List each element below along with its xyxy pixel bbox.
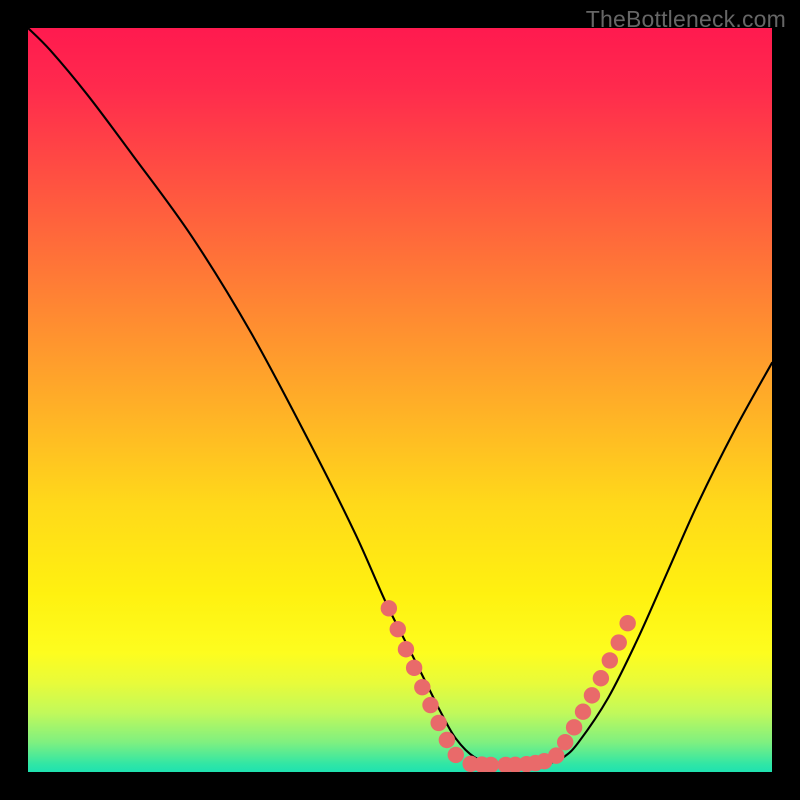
marker-dot [390,621,406,637]
marker-dot [619,615,635,631]
plot-area [28,28,772,772]
marker-dot [414,679,430,695]
marker-dot [611,634,627,650]
marker-dot [584,687,600,703]
marker-dot [422,697,438,713]
marker-dot [557,734,573,750]
marker-dot [448,747,464,763]
marker-dot [548,747,564,763]
marker-dot [398,641,414,657]
curve-svg [28,28,772,772]
stage: TheBottleneck.com [0,0,800,800]
marker-dot [406,660,422,676]
marker-dot [602,652,618,668]
marker-dot [430,715,446,731]
marker-dots [381,600,636,772]
marker-dot [593,670,609,686]
marker-dot [381,600,397,616]
marker-dot [439,732,455,748]
marker-dot [566,719,582,735]
marker-dot [575,704,591,720]
